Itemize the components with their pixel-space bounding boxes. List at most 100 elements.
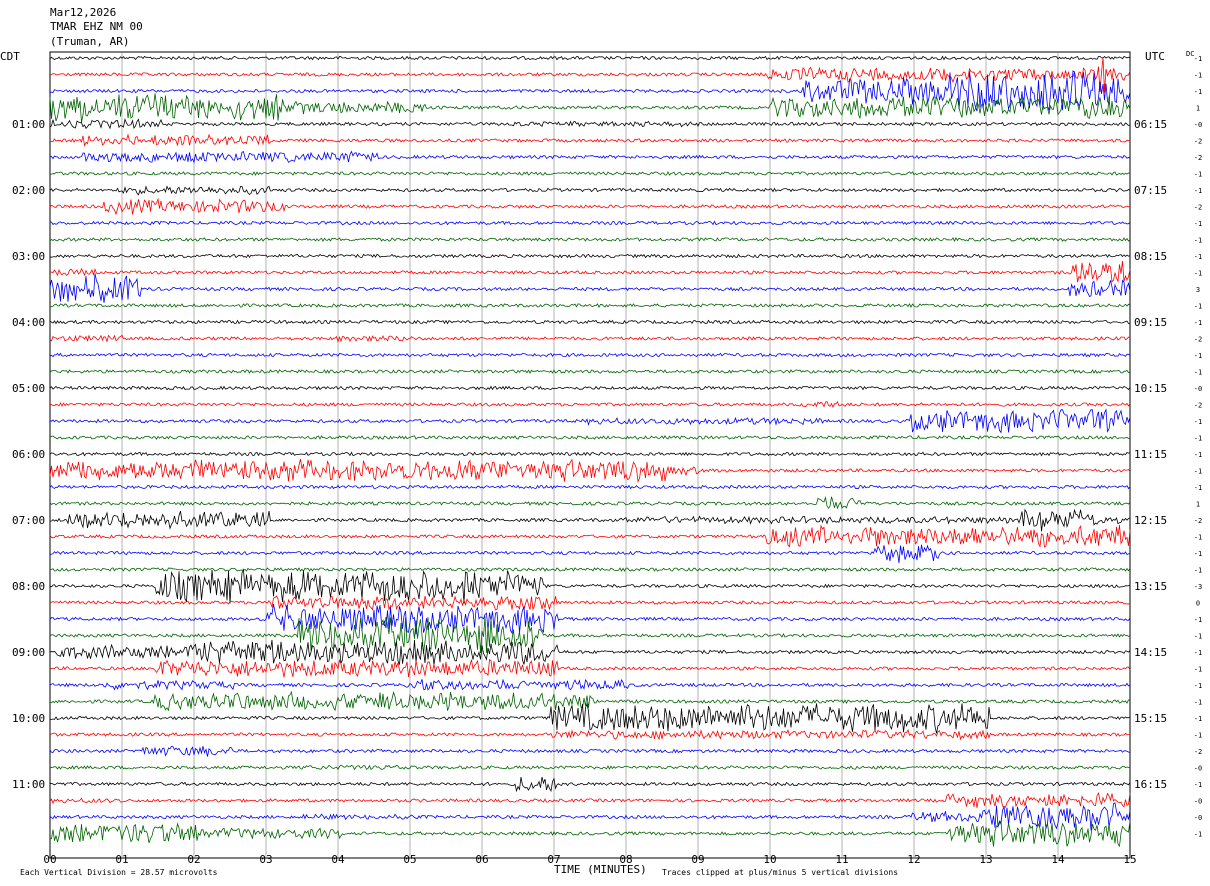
dc-offset-label: -1: [1194, 550, 1202, 558]
trace-row: [49, 400, 1131, 409]
trace-row: [49, 334, 1131, 344]
trace-row: [49, 458, 1131, 484]
dc-offset-label: -1: [1194, 88, 1202, 96]
right-axis-title: UTC: [1145, 50, 1165, 63]
dc-offset-label: 0: [1196, 600, 1200, 608]
cdt-hour-label: 08:00: [12, 580, 45, 593]
utc-hour-label: 13:15: [1134, 580, 1167, 593]
trace-row: [49, 55, 1131, 61]
dc-offset-label: -1: [1194, 418, 1202, 426]
trace-row: [50, 303, 1131, 309]
dc-offset-label: -2: [1194, 517, 1202, 525]
dc-offset-label: -1: [1194, 633, 1202, 641]
dc-offset-label: -0: [1194, 814, 1202, 822]
utc-hour-label: 15:15: [1134, 712, 1167, 725]
utc-hour-label: 08:15: [1134, 250, 1167, 263]
x-tick-label: 09: [691, 853, 704, 866]
dc-offset-label: -1: [1194, 616, 1202, 624]
x-tick-label: 13: [979, 853, 992, 866]
trace-row: [50, 819, 1131, 848]
utc-hour-label: 16:15: [1134, 778, 1167, 791]
x-tick-label: 02: [187, 853, 200, 866]
trace-row: [49, 185, 1131, 196]
x-tick-label: 05: [403, 853, 416, 866]
cdt-hour-label: 06:00: [12, 448, 45, 461]
cdt-hour-label: 01:00: [12, 118, 45, 131]
utc-hour-label: 11:15: [1134, 448, 1167, 461]
cdt-hour-label: 05:00: [12, 382, 45, 395]
dc-offset-label: -1: [1194, 55, 1202, 63]
dc-offset-label: -3: [1194, 583, 1202, 591]
utc-hour-label: 09:15: [1134, 316, 1167, 329]
dc-offset-label: -1: [1194, 666, 1202, 674]
dc-offset-label: -1: [1194, 319, 1202, 327]
utc-hour-label: 14:15: [1134, 646, 1167, 659]
seismic-traces: [49, 55, 1131, 848]
x-tick-label: 03: [259, 853, 272, 866]
trace-row: [49, 150, 1131, 164]
x-tick-label: 11: [835, 853, 848, 866]
dc-offset-label: -1: [1194, 237, 1202, 245]
dc-offset-label: -2: [1194, 204, 1202, 212]
dc-offset-label: 3: [1196, 286, 1200, 294]
header-location: (Truman, AR): [50, 35, 129, 48]
x-tick-label: 12: [907, 853, 920, 866]
utc-hour-label: 06:15: [1134, 118, 1167, 131]
dc-offset-label: -2: [1194, 336, 1202, 344]
dc-offset-label: -0: [1194, 765, 1202, 773]
trace-row: [49, 253, 1131, 259]
trace-row: [49, 260, 1131, 283]
dc-offset-label: -1: [1194, 72, 1202, 80]
x-axis-title: TIME (MINUTES): [554, 863, 647, 876]
cdt-hour-label: 09:00: [12, 646, 45, 659]
dc-offset-label: 1: [1196, 501, 1200, 509]
dc-offset-label: -1: [1194, 715, 1202, 723]
trace-row: [49, 791, 1131, 808]
trace-row: [49, 319, 1130, 325]
dc-offset-label: -0: [1194, 121, 1202, 129]
cdt-hour-label: 03:00: [12, 250, 45, 263]
x-tick-label: 04: [331, 853, 345, 866]
dc-offset-label: -1: [1194, 534, 1202, 542]
trace-row: [49, 171, 1131, 176]
dc-offset-label: -1: [1194, 649, 1202, 657]
trace-row: [49, 57, 1131, 93]
utc-hour-label: 10:15: [1134, 382, 1167, 395]
trace-row: [49, 408, 1131, 434]
trace-row: [49, 616, 1131, 654]
trace-row: [49, 776, 1131, 793]
trace-row: [49, 729, 1131, 741]
trace-row: [49, 117, 1131, 130]
x-tick-label: 10: [763, 853, 776, 866]
trace-row: [49, 220, 1131, 226]
x-tick-label: 06: [475, 853, 488, 866]
trace-row: [49, 496, 1131, 510]
x-tick-label: 01: [115, 853, 128, 866]
dc-offset-label: -1: [1194, 220, 1202, 228]
dc-offset-label: -1: [1194, 352, 1202, 360]
dc-offset-label: 1: [1196, 105, 1200, 113]
trace-row: [49, 435, 1131, 440]
scale-note: Each Vertical Division = 28.57 microvolt…: [20, 868, 218, 877]
cdt-hour-label: 04:00: [12, 316, 45, 329]
dc-offset-label: -1: [1194, 451, 1202, 459]
trace-row: [49, 802, 1131, 831]
trace-row: [49, 451, 1131, 457]
trace-row: [49, 764, 1131, 771]
dc-offset-label: -1: [1194, 187, 1202, 195]
cdt-hour-label: 10:00: [12, 712, 45, 725]
helicorder-plot: Mar12,2026 TMAR EHZ NM 00 (Truman, AR) C…: [0, 6, 1202, 877]
dc-offset-label: -0: [1194, 385, 1202, 393]
dc-offset-label: -1: [1194, 435, 1202, 443]
cdt-hour-label: 07:00: [12, 514, 45, 527]
trace-row: [49, 369, 1131, 374]
utc-hour-label: 12:15: [1134, 514, 1167, 527]
trace-row: [49, 658, 1131, 678]
trace-row: [49, 385, 1131, 391]
header-station: TMAR EHZ NM 00: [50, 20, 143, 33]
dc-offset-label: -1: [1194, 484, 1202, 492]
header-date: Mar12,2026: [50, 6, 116, 19]
trace-row: [49, 690, 1131, 712]
dc-offset-label: -1: [1194, 781, 1202, 789]
trace-row: [49, 484, 1131, 490]
